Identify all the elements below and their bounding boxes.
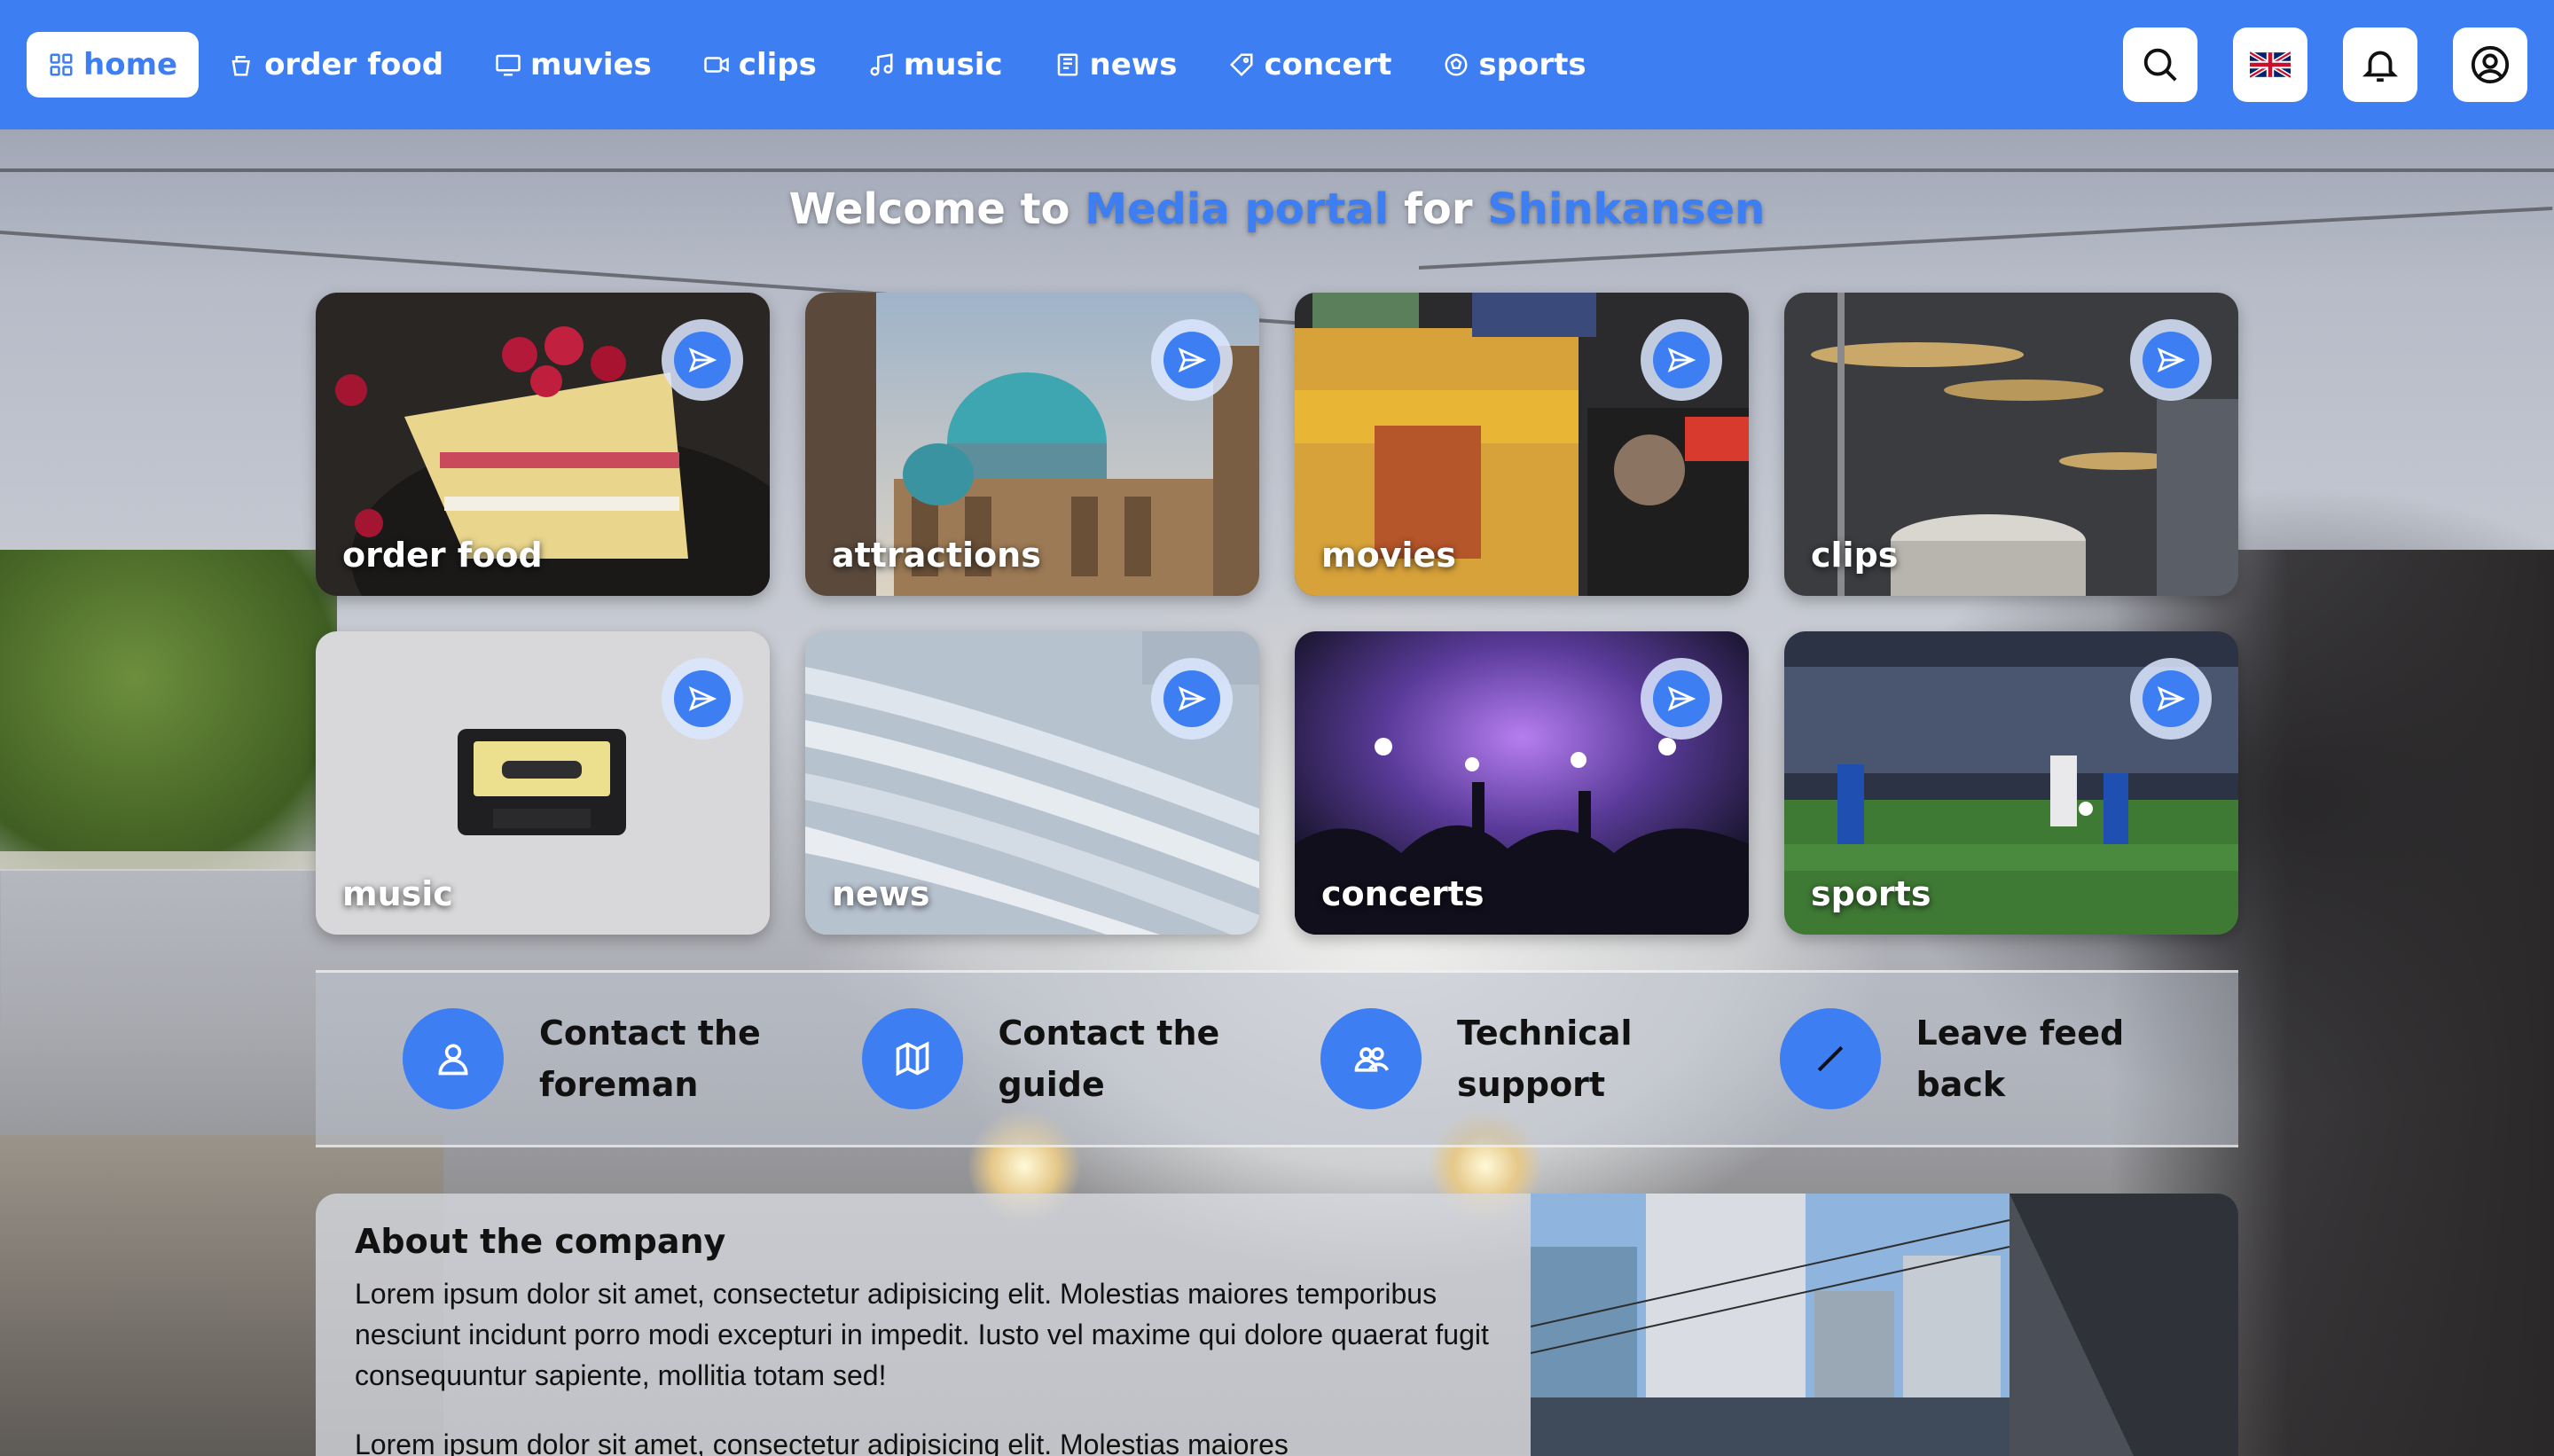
contact-feedback[interactable]: Leave feed back: [1779, 1007, 2239, 1110]
video-icon: [704, 57, 729, 73]
send-icon: [1667, 685, 1696, 712]
search-button[interactable]: [2123, 27, 2198, 102]
welcome-text: for: [1389, 184, 1488, 234]
contact-guide[interactable]: Contact the guide: [861, 1007, 1321, 1110]
send-icon: [1667, 347, 1696, 373]
notifications-button[interactable]: [2343, 27, 2417, 102]
nav-item-order-food[interactable]: order food: [208, 32, 465, 98]
send-icon: [688, 347, 717, 373]
card-label: music: [342, 874, 453, 913]
welcome-highlight-portal: Media portal: [1085, 184, 1390, 234]
nav-item-label: sports: [1478, 47, 1586, 82]
contact-label: Contact the foreman: [539, 1014, 761, 1104]
card-movies[interactable]: movies: [1295, 293, 1749, 596]
card-sports[interactable]: sports: [1784, 631, 2238, 935]
welcome-text: Welcome to: [788, 184, 1085, 234]
nav-item-label: music: [903, 47, 1003, 82]
nav-item-music[interactable]: music: [847, 32, 1024, 98]
card-label: movies: [1321, 536, 1456, 575]
nav-item-movies[interactable]: muvies: [474, 32, 673, 98]
nav-actions: [2123, 27, 2527, 102]
about-paragraph: Lorem ipsum dolor sit amet, consectetur …: [355, 1429, 1289, 1456]
card-go-button[interactable]: [2130, 658, 2212, 740]
welcome-title: Welcome to Media portal for Shinkansen: [0, 184, 2554, 234]
music-note-icon: [870, 53, 893, 76]
map-icon: [896, 1041, 928, 1076]
card-go-button[interactable]: [1151, 319, 1233, 401]
contact-label: Technical support: [1457, 1014, 1633, 1104]
cup-icon: [231, 56, 251, 76]
nav-item-concert[interactable]: concert: [1207, 32, 1413, 98]
nav-item-label: clips: [738, 47, 817, 82]
grid-icon: [50, 53, 73, 76]
nav-item-label: concert: [1264, 47, 1392, 82]
contact-icon-circle: [1779, 1008, 1881, 1109]
send-icon: [2157, 347, 2186, 373]
card-label: attractions: [832, 536, 1041, 575]
about-section: About the company Lorem ipsum dolor sit …: [316, 1194, 1531, 1456]
people-icon: [1354, 1047, 1390, 1072]
ball-icon: [1445, 53, 1468, 76]
about-city-image: [1531, 1194, 2238, 1456]
about-paragraph: Lorem ipsum dolor sit amet, consectetur …: [355, 1278, 1489, 1391]
welcome-highlight-shinkansen: Shinkansen: [1487, 184, 1766, 234]
send-icon: [1178, 685, 1207, 712]
top-navbar: home order food muvies clips music news …: [0, 0, 2554, 129]
pencil-icon: [1817, 1045, 1843, 1072]
card-order-food[interactable]: order food: [316, 293, 770, 596]
contacts-bar: Contact the foreman Contact the guide Te…: [316, 970, 2238, 1147]
nav-item-label: order food: [264, 47, 444, 82]
card-go-button[interactable]: [1641, 658, 1722, 740]
card-news[interactable]: news: [805, 631, 1259, 935]
card-go-button[interactable]: [1641, 319, 1722, 401]
category-cards: order food attractions movies clips musi…: [316, 293, 2238, 935]
bell-icon: [2362, 51, 2398, 82]
ticket-icon: [1230, 53, 1253, 77]
nav-item-clips[interactable]: clips: [682, 32, 838, 98]
contact-icon-circle: [861, 1008, 963, 1109]
card-go-button[interactable]: [2130, 319, 2212, 401]
language-button[interactable]: [2233, 27, 2307, 102]
card-attractions[interactable]: attractions: [805, 293, 1259, 596]
nav-items: home order food muvies clips music news …: [27, 32, 1608, 98]
card-label: order food: [342, 536, 543, 575]
contact-label: Contact the guide: [998, 1014, 1220, 1104]
search-icon: [2143, 48, 2177, 82]
send-icon: [1178, 347, 1207, 373]
card-clips[interactable]: clips: [1784, 293, 2238, 596]
card-music[interactable]: music: [316, 631, 770, 935]
card-label: clips: [1811, 536, 1899, 575]
card-label: news: [832, 874, 930, 913]
card-label: concerts: [1321, 874, 1485, 913]
nav-item-sports[interactable]: sports: [1422, 32, 1607, 98]
contact-label: Leave feed back: [1916, 1014, 2125, 1104]
monitor-icon: [496, 54, 521, 76]
card-go-button[interactable]: [662, 319, 743, 401]
person-icon: [438, 1044, 468, 1076]
profile-button[interactable]: [2453, 27, 2527, 102]
user-circle-icon: [2471, 45, 2510, 84]
card-go-button[interactable]: [662, 658, 743, 740]
card-concerts[interactable]: concerts: [1295, 631, 1749, 935]
contact-icon-circle: [403, 1008, 504, 1109]
newspaper-icon: [1057, 53, 1077, 76]
nav-item-label: muvies: [530, 47, 652, 82]
contact-technical-support[interactable]: Technical support: [1320, 1007, 1780, 1110]
send-icon: [688, 685, 717, 712]
contact-icon-circle: [1320, 1008, 1422, 1109]
card-label: sports: [1811, 874, 1931, 913]
nav-item-label: home: [83, 47, 178, 82]
card-go-button[interactable]: [1151, 658, 1233, 740]
nav-item-news[interactable]: news: [1033, 32, 1199, 98]
uk-flag-icon: [2250, 50, 2291, 80]
nav-item-label: news: [1089, 47, 1178, 82]
about-title: About the company: [355, 1222, 726, 1261]
send-icon: [2157, 685, 2186, 712]
contact-foreman[interactable]: Contact the foreman: [403, 1007, 862, 1110]
nav-item-home[interactable]: home: [27, 32, 200, 98]
